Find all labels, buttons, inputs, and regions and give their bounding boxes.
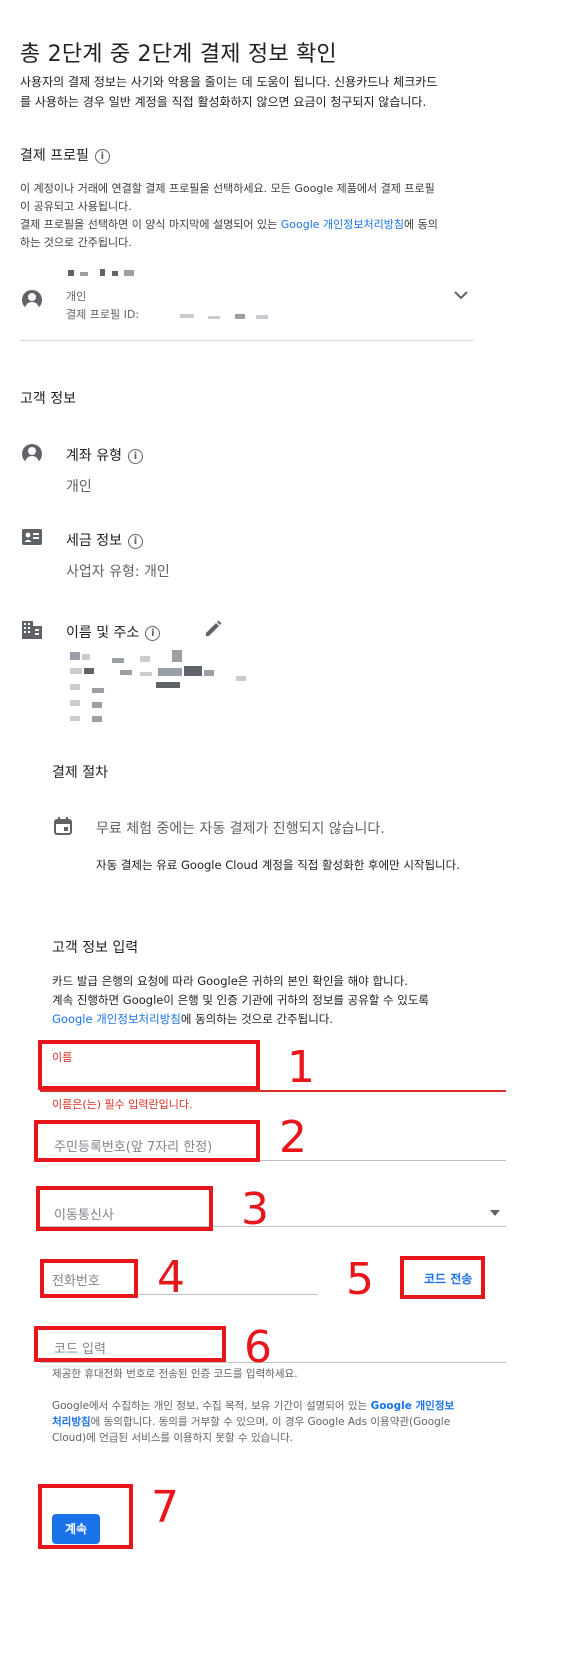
redacted-address-part <box>140 672 152 676</box>
redacted-address-part <box>92 716 102 722</box>
annotation-box-3 <box>36 1186 213 1231</box>
redacted-address-part <box>120 670 132 675</box>
privacy-policy-link-continued[interactable]: 처리방침 <box>52 1416 91 1428</box>
verification-desc-line-1: 카드 발급 은행의 요청에 따라 Google은 귀하의 본인 확인을 해야 합… <box>52 974 408 988</box>
domain-icon <box>22 621 42 639</box>
tax-info-value: 사업자 유형: 개인 <box>66 564 170 580</box>
annotation-number-7: 7 <box>151 1482 179 1533</box>
payment-profile-heading: 결제 프로필 i <box>20 145 110 165</box>
privacy-policy-link[interactable]: Google 개인정보처리방침 <box>52 1012 181 1026</box>
redacted-profile-id-part <box>256 315 268 319</box>
payment-profile-desc-line-3: 결제 프로필을 선택하면 이 양식 마지막에 설명되어 있는 <box>20 218 281 231</box>
tax-info-row: 세금 정보 i <box>66 530 143 550</box>
auto-payment-notice: 무료 체험 중에는 자동 결제가 진행되지 않습니다. <box>96 821 385 837</box>
privacy-consent-line-2: 에 동의합니다. 동의를 거부할 수 있으며, 이 경우 Google Ads … <box>90 1416 451 1428</box>
redacted-address-part <box>84 668 94 674</box>
annotation-number-6: 6 <box>244 1322 272 1373</box>
redacted-address-part <box>236 676 246 681</box>
redacted-address-part <box>70 684 80 690</box>
payment-profile-selector[interactable]: 개인 결제 프로필 ID: <box>20 258 474 341</box>
privacy-consent-line-3: Cloud)에 언급된 서비스를 이용하지 못할 수 있습니다. <box>52 1432 293 1444</box>
redacted-address-part <box>70 668 82 674</box>
privacy-consent-text: Google에서 수집하는 개인 정보, 수집 목적, 보유 기간이 설명되어 … <box>52 1398 507 1446</box>
payment-profile-description: 이 계정이나 거래에 연결할 결제 프로필을 선택하세요. 모든 Google … <box>20 180 500 252</box>
name-address-label: 이름 및 주소 <box>66 625 140 641</box>
payment-profile-desc-line-2: 이 공유되고 사용됩니다. <box>20 200 132 213</box>
annotation-box-4 <box>40 1259 138 1298</box>
info-icon[interactable]: i <box>127 448 143 464</box>
account-circle-icon <box>22 444 42 464</box>
redacted-address-part <box>92 702 102 708</box>
redacted-profile-id-part <box>235 314 245 319</box>
annotation-number-2: 2 <box>279 1112 307 1163</box>
payment-profile-desc-line-4: 하는 것으로 간주됩니다. <box>20 236 132 249</box>
redacted-profile-name-part <box>80 272 88 276</box>
verification-code-underline <box>40 1362 506 1363</box>
annotation-number-5: 5 <box>346 1254 374 1305</box>
profile-type: 개인 <box>66 290 87 303</box>
page-subtitle: 사용자의 결제 정보는 사기와 악용을 줄이는 데 도움이 됩니다. 신용카드나… <box>20 72 540 112</box>
annotation-box-5 <box>400 1256 485 1299</box>
edit-pencil-icon[interactable] <box>204 620 222 638</box>
annotation-box-2 <box>34 1120 260 1162</box>
annotation-number-1: 1 <box>287 1042 315 1093</box>
auto-payment-detail: 자동 결제는 유료 Google Cloud 계정을 직접 활성화한 후에만 시… <box>96 858 460 872</box>
info-icon[interactable]: i <box>127 533 143 549</box>
payment-profile-desc-line-1: 이 계정이나 거래에 연결할 결제 프로필을 선택하세요. 모든 Google … <box>20 182 435 195</box>
page-title: 총 2단계 중 2단계 결제 정보 확인 <box>20 42 337 67</box>
account-type-label: 계좌 유형 <box>66 448 122 464</box>
redacted-address-part <box>112 658 124 663</box>
redacted-address-part <box>184 666 202 676</box>
privacy-policy-link[interactable]: Google 개인정보 <box>371 1400 455 1412</box>
redacted-profile-id <box>180 314 194 318</box>
customer-info-heading: 고객 정보 <box>20 391 76 407</box>
verification-code-hint: 제공한 휴대전화 번호로 전송된 인증 코드를 입력하세요. <box>52 1368 298 1380</box>
info-icon[interactable]: i <box>94 148 110 164</box>
payment-profile-desc-line-3-end: 에 동의 <box>403 218 438 231</box>
redacted-address-part <box>70 700 80 706</box>
redacted-address-part <box>204 670 214 676</box>
redacted-address-part <box>156 682 180 688</box>
privacy-policy-link[interactable]: Google 개인정보처리방침 <box>281 218 404 231</box>
redacted-profile-name-part <box>124 270 134 276</box>
annotation-box-6 <box>34 1326 226 1362</box>
info-icon[interactable]: i <box>145 625 161 641</box>
chevron-down-icon[interactable] <box>454 290 468 300</box>
name-input-underline <box>40 1090 506 1092</box>
annotation-number-4: 4 <box>157 1252 185 1303</box>
redacted-profile-id-part <box>208 316 220 319</box>
privacy-consent-line-1: Google에서 수집하는 개인 정보, 수집 목적, 보유 기간이 설명되어 … <box>52 1400 371 1412</box>
redacted-profile-name-part <box>112 271 118 276</box>
customer-input-heading: 고객 정보 입력 <box>52 940 139 956</box>
account-type-value: 개인 <box>66 479 92 495</box>
redacted-profile-name-part <box>100 269 105 276</box>
verification-desc-line-2: 계속 진행하면 Google이 은행 및 인증 기관에 귀하의 정보를 공유할 … <box>52 993 430 1007</box>
payment-profile-heading-text: 결제 프로필 <box>20 148 89 164</box>
tax-info-label: 세금 정보 <box>66 533 122 549</box>
payment-procedure-heading: 결제 절차 <box>52 765 108 781</box>
annotation-box-7 <box>38 1484 133 1549</box>
subtitle-line-1: 사용자의 결제 정보는 사기와 악용을 줄이는 데 도움이 됩니다. 신용카드나… <box>20 75 438 89</box>
account-type-row: 계좌 유형 i <box>66 445 143 465</box>
annotation-box-1 <box>38 1040 260 1090</box>
redacted-address-part <box>82 654 90 660</box>
redacted-address-part <box>158 668 182 676</box>
subtitle-line-2: 를 사용하는 경우 일반 계정을 직접 활성화하지 않으면 요금이 청구되지 않… <box>20 95 427 109</box>
account-circle-icon <box>22 290 42 310</box>
verification-description: 카드 발급 은행의 요청에 따라 Google은 귀하의 본인 확인을 해야 합… <box>52 972 429 1029</box>
calendar-icon <box>54 817 72 835</box>
redacted-address-part <box>140 656 150 662</box>
redacted-address-part <box>172 650 182 662</box>
profile-id-label: 결제 프로필 ID: <box>66 308 140 321</box>
verification-desc-line-3-end: 에 동의하는 것으로 간주됩니다. <box>180 1012 334 1026</box>
dropdown-arrow-icon <box>490 1210 500 1216</box>
name-address-row: 이름 및 주소 i <box>66 622 161 642</box>
name-error-message: 이름은(는) 필수 입력란입니다. <box>52 1098 193 1111</box>
redacted-address-part <box>70 652 80 660</box>
redacted-address-part <box>92 688 104 693</box>
redacted-address-part <box>70 716 80 721</box>
annotation-number-3: 3 <box>241 1184 269 1235</box>
id-card-icon <box>22 529 42 545</box>
redacted-profile-name <box>68 270 74 276</box>
